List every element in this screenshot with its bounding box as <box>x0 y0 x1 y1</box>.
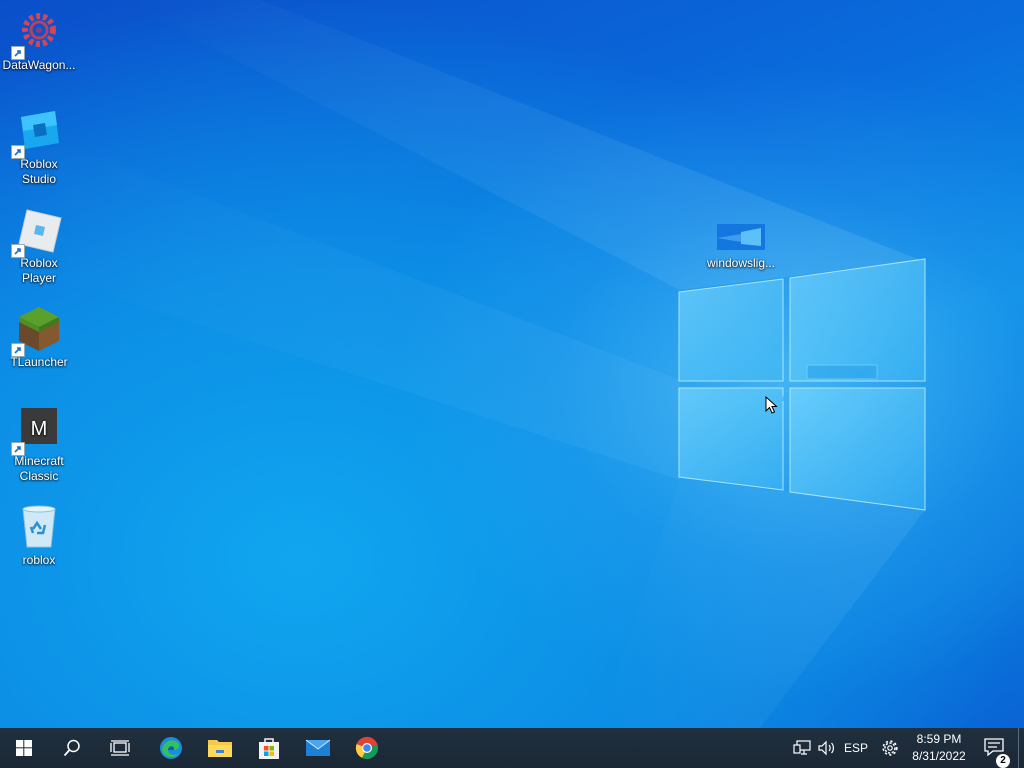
settings-tray-button[interactable] <box>876 728 904 768</box>
task-view-icon <box>110 740 130 756</box>
desktop-icon-windowslight-file[interactable]: windowslig... <box>701 220 781 271</box>
svg-text:M: M <box>31 418 48 440</box>
taskbar-file-explorer[interactable] <box>196 728 244 768</box>
speaker-volume-icon <box>818 740 834 756</box>
shortcut-arrow-icon <box>11 343 25 357</box>
edge-browser-icon <box>160 737 182 759</box>
desktop-icon-datawagon[interactable]: DataWagon... <box>0 8 78 73</box>
desktop-icon-tlauncher[interactable]: TLauncher <box>0 305 78 370</box>
taskbar-edge[interactable] <box>147 728 195 768</box>
desktop-icon-label: TLauncher <box>10 355 68 369</box>
search-button[interactable] <box>48 728 96 768</box>
taskbar-chrome[interactable] <box>343 728 391 768</box>
roblox-studio-icon <box>11 107 63 159</box>
windows-start-icon <box>16 740 32 756</box>
shortcut-arrow-icon <box>11 244 25 258</box>
clock-button[interactable]: 8:59 PM 8/31/2022 <box>906 728 972 768</box>
desktop-icon-roblox-player[interactable]: Roblox Player <box>0 206 78 286</box>
show-desktop-button[interactable] <box>1018 728 1024 768</box>
mouse-cursor <box>765 393 785 416</box>
desktop-icon-label: DataWagon... <box>2 58 76 72</box>
action-center-button[interactable]: 2 <box>978 728 1010 768</box>
task-view-button[interactable] <box>96 728 144 768</box>
desktop-icon-recycle-bin[interactable]: roblox <box>0 503 78 568</box>
image-file-icon <box>717 220 765 254</box>
mail-envelope-icon <box>305 739 331 756</box>
start-button[interactable] <box>0 728 48 768</box>
shortcut-arrow-icon <box>11 442 25 456</box>
chrome-browser-icon <box>355 736 378 759</box>
desktop-icon-label: roblox <box>22 553 56 567</box>
taskbar-mail[interactable] <box>294 728 342 768</box>
desktop-icon-label: Minecraft Classic <box>14 454 64 483</box>
taskbar: ESP 8:59 PM 8/31/2022 2 <box>0 728 1024 768</box>
language-label: ESP <box>843 741 868 755</box>
desktop-icon-label: windowslig... <box>706 256 776 270</box>
notification-count-badge: 2 <box>996 754 1010 768</box>
datawagon-gear-icon <box>11 8 63 60</box>
gear-icon <box>882 740 898 756</box>
desktop-icon-label: Roblox Studio <box>20 157 58 186</box>
search-icon <box>63 739 80 757</box>
windows-logo-wallpaper <box>0 0 926 728</box>
file-explorer-folder-icon <box>208 740 232 757</box>
desktop-wallpaper[interactable]: DataWagon... Roblox Studio Roblox Player <box>0 0 1024 728</box>
desktop-icon-label: Roblox Player <box>20 256 58 285</box>
microsoft-store-icon <box>259 738 279 759</box>
desktop-icon-minecraft-classic[interactable]: M Minecraft Classic <box>0 404 78 484</box>
tlauncher-grass-block-icon <box>11 305 63 357</box>
network-tray-button[interactable] <box>790 728 814 768</box>
roblox-player-icon <box>11 206 63 258</box>
shortcut-arrow-icon <box>11 46 25 60</box>
clock-date: 8/31/2022 <box>912 749 966 763</box>
input-language-indicator[interactable]: ESP <box>840 728 872 768</box>
network-icon <box>793 740 811 755</box>
desktop-icon-roblox-studio[interactable]: Roblox Studio <box>0 107 78 187</box>
minecraft-classic-m-icon: M <box>11 404 63 456</box>
recycle-bin-icon <box>15 503 63 551</box>
clock-time: 8:59 PM <box>916 732 962 746</box>
taskbar-microsoft-store[interactable] <box>245 728 293 768</box>
shortcut-arrow-icon <box>11 145 25 159</box>
volume-tray-button[interactable] <box>814 728 840 768</box>
